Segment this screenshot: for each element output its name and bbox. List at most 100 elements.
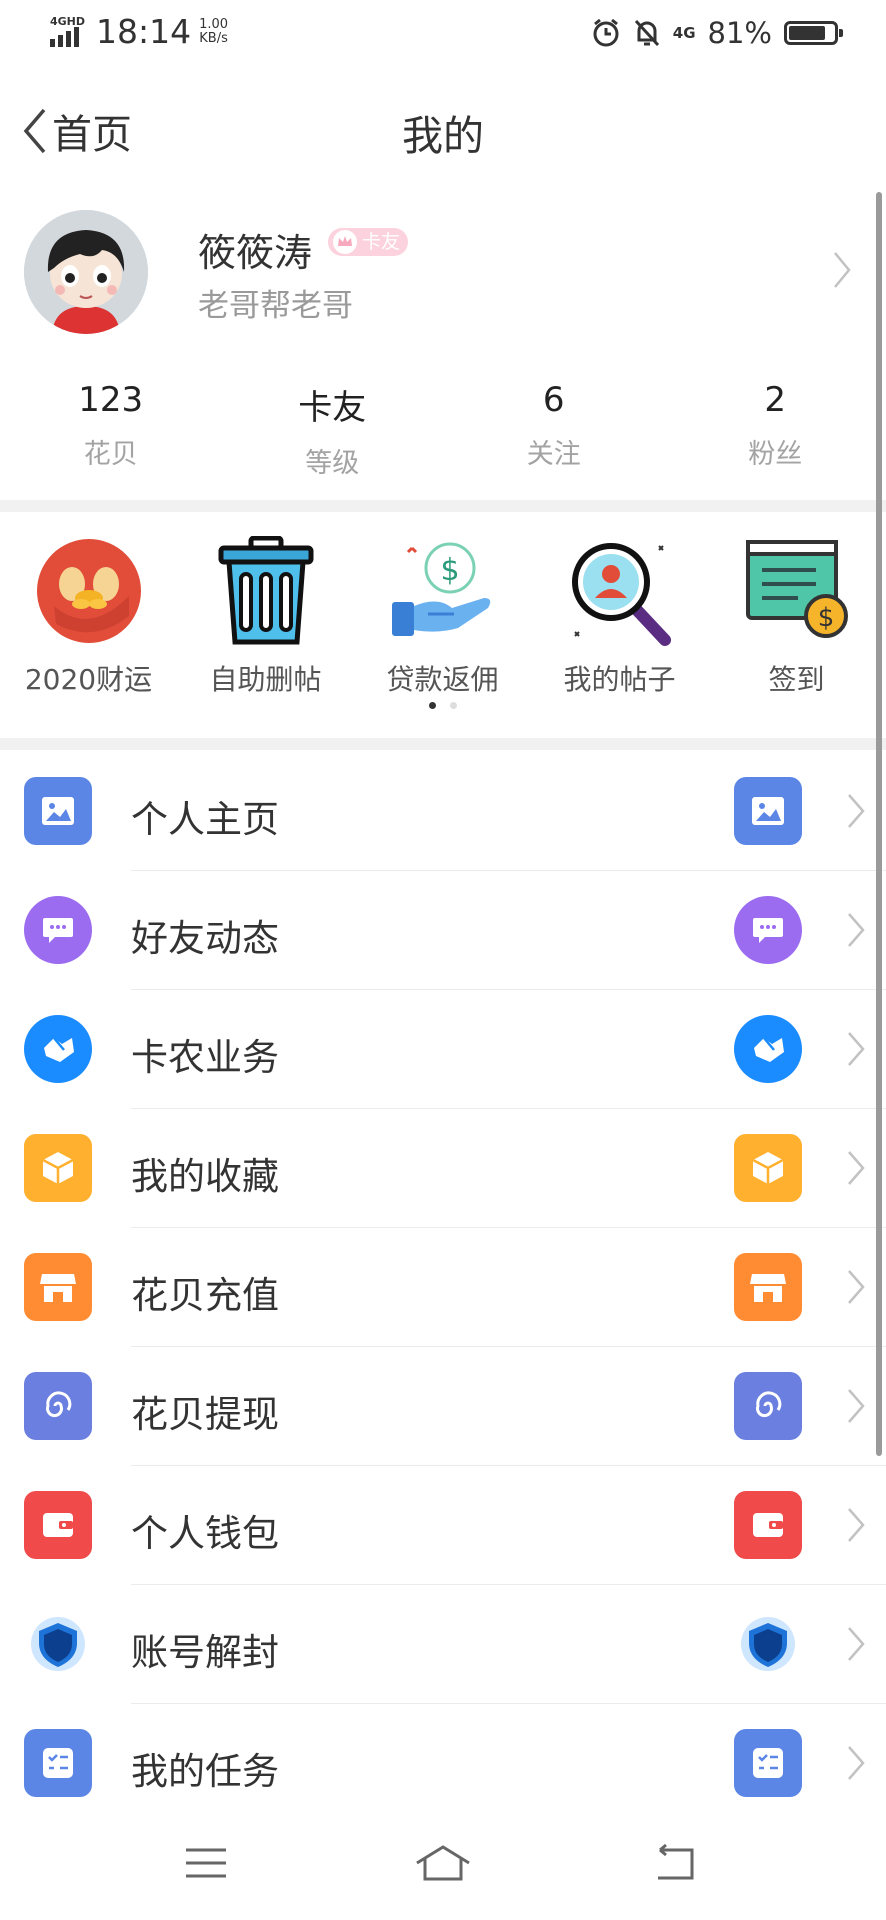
menu-item-huabei-recharge[interactable]: 花贝充值 [0,1228,886,1347]
battery-percent: 81% [707,16,772,50]
chat-bubble-icon [734,896,802,964]
signal-icon: 4GHD [48,15,88,49]
menu-item-label: 个人钱包 [131,1512,279,1555]
fortune-icon [34,536,144,646]
menu-item-my-tasks[interactable]: 我的任务 [0,1704,886,1823]
shortcut-label: 2020财运 [24,663,153,696]
menu-item-kanong-business[interactable]: 卡农业务 [0,990,886,1109]
battery-icon [784,21,843,45]
chevron-right-icon [848,1508,865,1542]
menu-item-label: 卡农业务 [131,1036,279,1079]
menu-item-label: 我的任务 [131,1750,279,1793]
avatar-cartoon-icon [24,210,148,334]
menu-item-account-unban[interactable]: 账号解封 [0,1585,886,1704]
chevron-right-icon [848,1627,865,1661]
shortcut-label: 我的帖子 [563,663,676,696]
store-icon [24,1253,92,1321]
carousel-dot[interactable] [429,702,436,709]
shield-icon [24,1610,92,1678]
shortcut-label: 签到 [768,663,825,696]
menu-item-label: 花贝充值 [131,1274,279,1317]
carousel-indicator [0,702,886,709]
stat-label: 等级 [305,448,360,479]
chevron-right-icon [848,1746,865,1780]
battery-fill [789,26,825,40]
chevron-right-icon [848,794,865,828]
spiral-icon [734,1372,802,1440]
task-list-icon [24,1729,92,1797]
menu-item-label: 个人主页 [131,798,279,841]
alarm-icon [593,18,619,47]
back-arrow-icon [658,1844,694,1880]
status-bar: 4GHD 18:14 1.00 KB/s 4G 81% [0,0,886,66]
avatar[interactable] [24,210,148,334]
top-nav-bar: 首页 我的 [0,72,886,182]
stat-label: 粉丝 [748,439,803,470]
handshake-icon [24,1015,92,1083]
task-list-icon [734,1729,802,1797]
home-button[interactable] [403,1838,483,1888]
svg-text:$: $ [817,603,834,633]
stat-label: 关注 [526,439,581,470]
menu-item-favorites[interactable]: 我的收藏 [0,1109,886,1228]
back-nav-button[interactable] [634,1838,714,1888]
crown-icon [333,230,357,254]
status-time: 18:14 [96,12,192,51]
menu-item-friend-feed[interactable]: 好友动态 [0,871,886,990]
menu-item-label: 花贝提现 [131,1393,279,1436]
stat-value: 6 [542,380,565,420]
nickname: 筱筱涛 [198,231,313,275]
shortcut-label: 贷款返佣 [386,663,499,696]
box-icon [734,1134,802,1202]
scrollbar[interactable] [876,192,882,1456]
chevron-right-icon [848,913,865,947]
page-title: 我的 [402,112,484,160]
network-speed: 1.00 KB/s [199,17,228,46]
menu-button[interactable] [166,1838,246,1888]
carousel-dot[interactable] [450,702,457,709]
menu-item-huabei-withdraw[interactable]: 花贝提现 [0,1347,886,1466]
stat-huabei[interactable]: 123 花贝 [0,380,222,490]
checkin-icon: $ [742,536,852,646]
level-badge-label: 卡友 [362,231,401,253]
stat-following[interactable]: 6 关注 [443,380,665,490]
menu-item-wallet[interactable]: 个人钱包 [0,1466,886,1585]
level-badge: 卡友 [328,228,409,256]
status-bar-right: 4G 81% [591,16,843,50]
image-icon [734,777,802,845]
stat-label: 花贝 [83,439,138,470]
stat-value: 123 [78,380,144,420]
svg-text:$: $ [440,553,459,588]
shield-icon [734,1610,802,1678]
menu-item-label: 好友动态 [131,917,279,960]
money-hand-icon: $ [388,536,498,646]
menu-item-personal-home[interactable]: 个人主页 [0,752,886,871]
chevron-right-icon [848,1032,865,1066]
chevron-right-icon [848,1270,865,1304]
menu-item-label: 账号解封 [131,1631,279,1674]
handshake-icon [734,1015,802,1083]
stat-level[interactable]: 卡友 等级 [222,380,444,490]
mute-bell-icon [634,19,659,47]
store-icon [734,1253,802,1321]
chevron-right-icon [848,1151,865,1185]
chat-bubble-icon [24,896,92,964]
stat-followers[interactable]: 2 粉丝 [665,380,886,490]
image-icon [24,777,92,845]
status-bar-left: 4GHD 18:14 1.00 KB/s [48,12,228,51]
menu-list: 个人主页 好友动态 卡农业务 我的收藏 花贝充值 花贝提现 个人钱包 账号解封 … [0,752,886,1823]
section-divider [0,738,886,750]
network-4g-label: 4G [672,23,696,42]
wallet-icon [24,1491,92,1559]
shortcut-label: 自助删帖 [209,663,322,696]
chevron-right-icon [834,252,851,288]
profile-header[interactable]: 筱筱涛 卡友 老哥帮老哥 [0,200,886,340]
spiral-icon [24,1372,92,1440]
stat-value: 卡友 [298,388,367,428]
signature: 老哥帮老哥 [198,288,353,324]
my-page-screen: 4GHD 18:14 1.00 KB/s 4G 81% 首页 我的 筱筱涛 卡友… [0,0,886,1920]
stat-value: 2 [764,380,787,420]
box-icon [24,1134,92,1202]
hamburger-icon [186,1848,226,1878]
home-icon [416,1845,470,1881]
